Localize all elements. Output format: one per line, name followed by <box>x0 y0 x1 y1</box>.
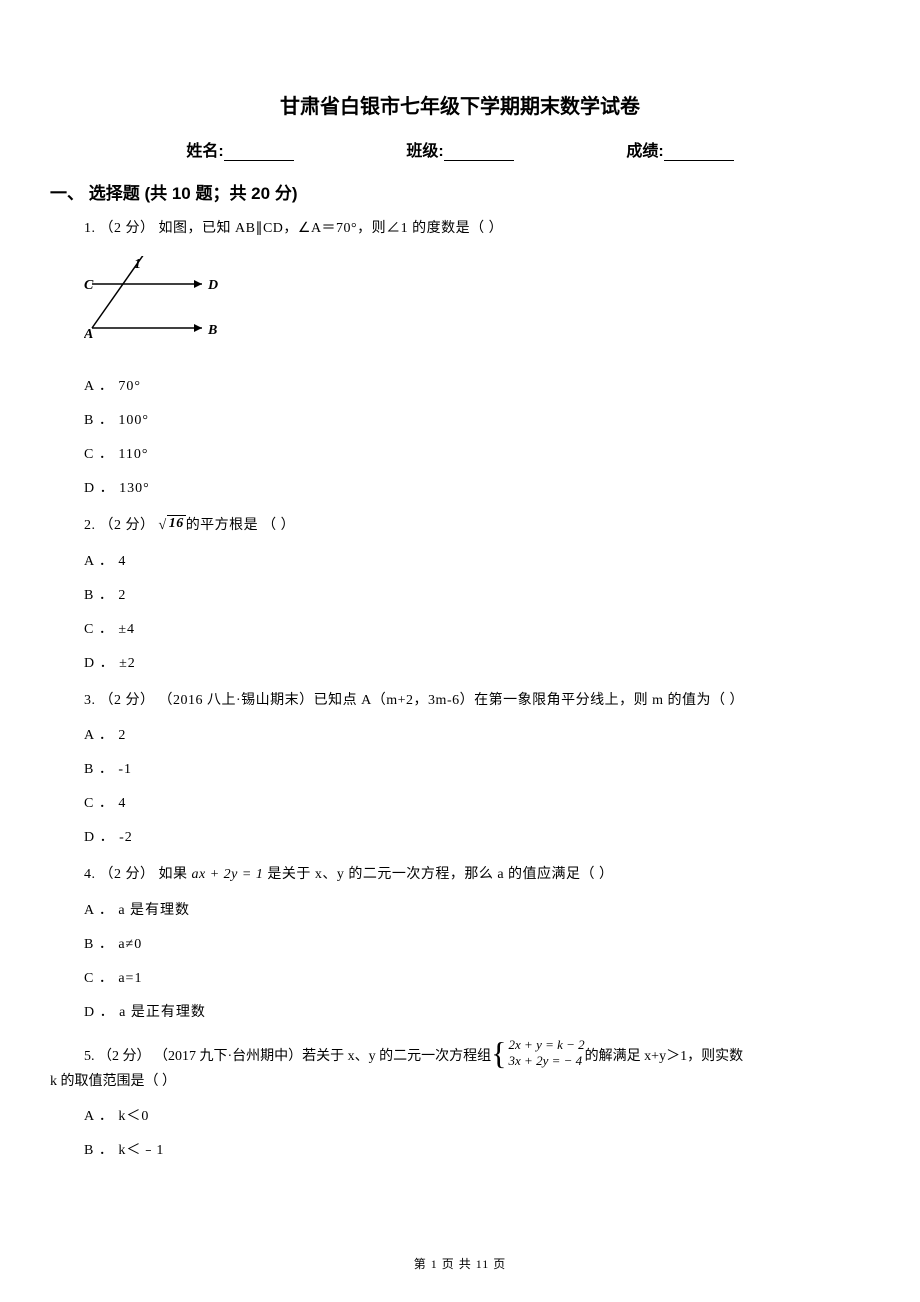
q1-option-C: C ． 110° <box>84 443 870 463</box>
q2-stem: 2. （2 分） 16的平方根是 （ ） <box>84 515 870 537</box>
section-1-title: 一、 选择题 (共 10 题；共 20 分) <box>50 179 870 204</box>
figure-label-A: A <box>84 327 93 342</box>
q1-options: A ． 70° B ． 100° C ． 110° D ． 130° <box>84 375 870 497</box>
score-field: 成绩: <box>626 137 733 161</box>
q2-option-C: C ． ±4 <box>84 618 870 638</box>
q3-option-C: C ． 4 <box>84 792 870 812</box>
q5-option-A: A ． k＜0 <box>84 1105 870 1125</box>
page-footer: 第 1 页 共 11 页 <box>0 1255 920 1272</box>
q1-option-A: A ． 70° <box>84 375 870 395</box>
q4-stem: 4. （2 分） 如果 ax + 2y = 1 是关于 x、y 的二元一次方程，… <box>84 864 870 886</box>
q3-options: A ． 2 B ． -1 C ． 4 D ． -2 <box>84 724 870 846</box>
q5-equation-system: { 2x + y = k − 2 3x + 2y = − 4 <box>491 1037 585 1069</box>
q1-option-B: B ． 100° <box>84 409 870 429</box>
figure-label-C: C <box>84 278 94 293</box>
q3-option-D: D ． -2 <box>84 826 870 846</box>
q2-option-A: A ． 4 <box>84 550 870 570</box>
q2-option-D: D ． ±2 <box>84 652 870 672</box>
q3-option-B: B ． -1 <box>84 758 870 778</box>
name-field: 姓名: <box>186 137 293 161</box>
q4-option-D: D ． a 是正有理数 <box>84 1001 870 1021</box>
q3-stem: 3. （2 分） （2016 八上·锡山期末）已知点 A（m+2，3m-6）在第… <box>84 690 870 712</box>
q1-option-D: D ． 130° <box>84 477 870 497</box>
q4-options: A ． a 是有理数 B ． a≠0 C ． a=1 D ． a 是正有理数 <box>84 899 870 1021</box>
q2-option-B: B ． 2 <box>84 584 870 604</box>
q3-option-A: A ． 2 <box>84 724 870 744</box>
q5-option-B: B ． k＜﹣1 <box>84 1139 870 1159</box>
page-title: 甘肃省白银市七年级下学期期末数学试卷 <box>50 90 870 119</box>
q2-options: A ． 4 B ． 2 C ． ±4 D ． ±2 <box>84 550 870 672</box>
q4-option-B: B ． a≠0 <box>84 933 870 953</box>
q5-options: A ． k＜0 B ． k＜﹣1 <box>84 1105 870 1159</box>
header-fields: 姓名: 班级: 成绩: <box>50 137 870 161</box>
figure-label-D: D <box>207 278 218 293</box>
class-field: 班级: <box>406 137 513 161</box>
q4-option-A: A ． a 是有理数 <box>84 899 870 919</box>
q1-stem: 1. （2 分） 如图，已知 AB∥CD，∠A＝70°，则∠1 的度数是（ ） <box>84 218 870 240</box>
q1-figure: 1 C D A B <box>84 256 870 347</box>
figure-label-B: B <box>207 323 217 338</box>
q4-option-C: C ． a=1 <box>84 967 870 987</box>
figure-label-1: 1 <box>134 257 141 272</box>
q5-stem: 5. （2 分） （2017 九下·台州期中）若关于 x、y 的二元一次方程组 … <box>84 1039 870 1093</box>
